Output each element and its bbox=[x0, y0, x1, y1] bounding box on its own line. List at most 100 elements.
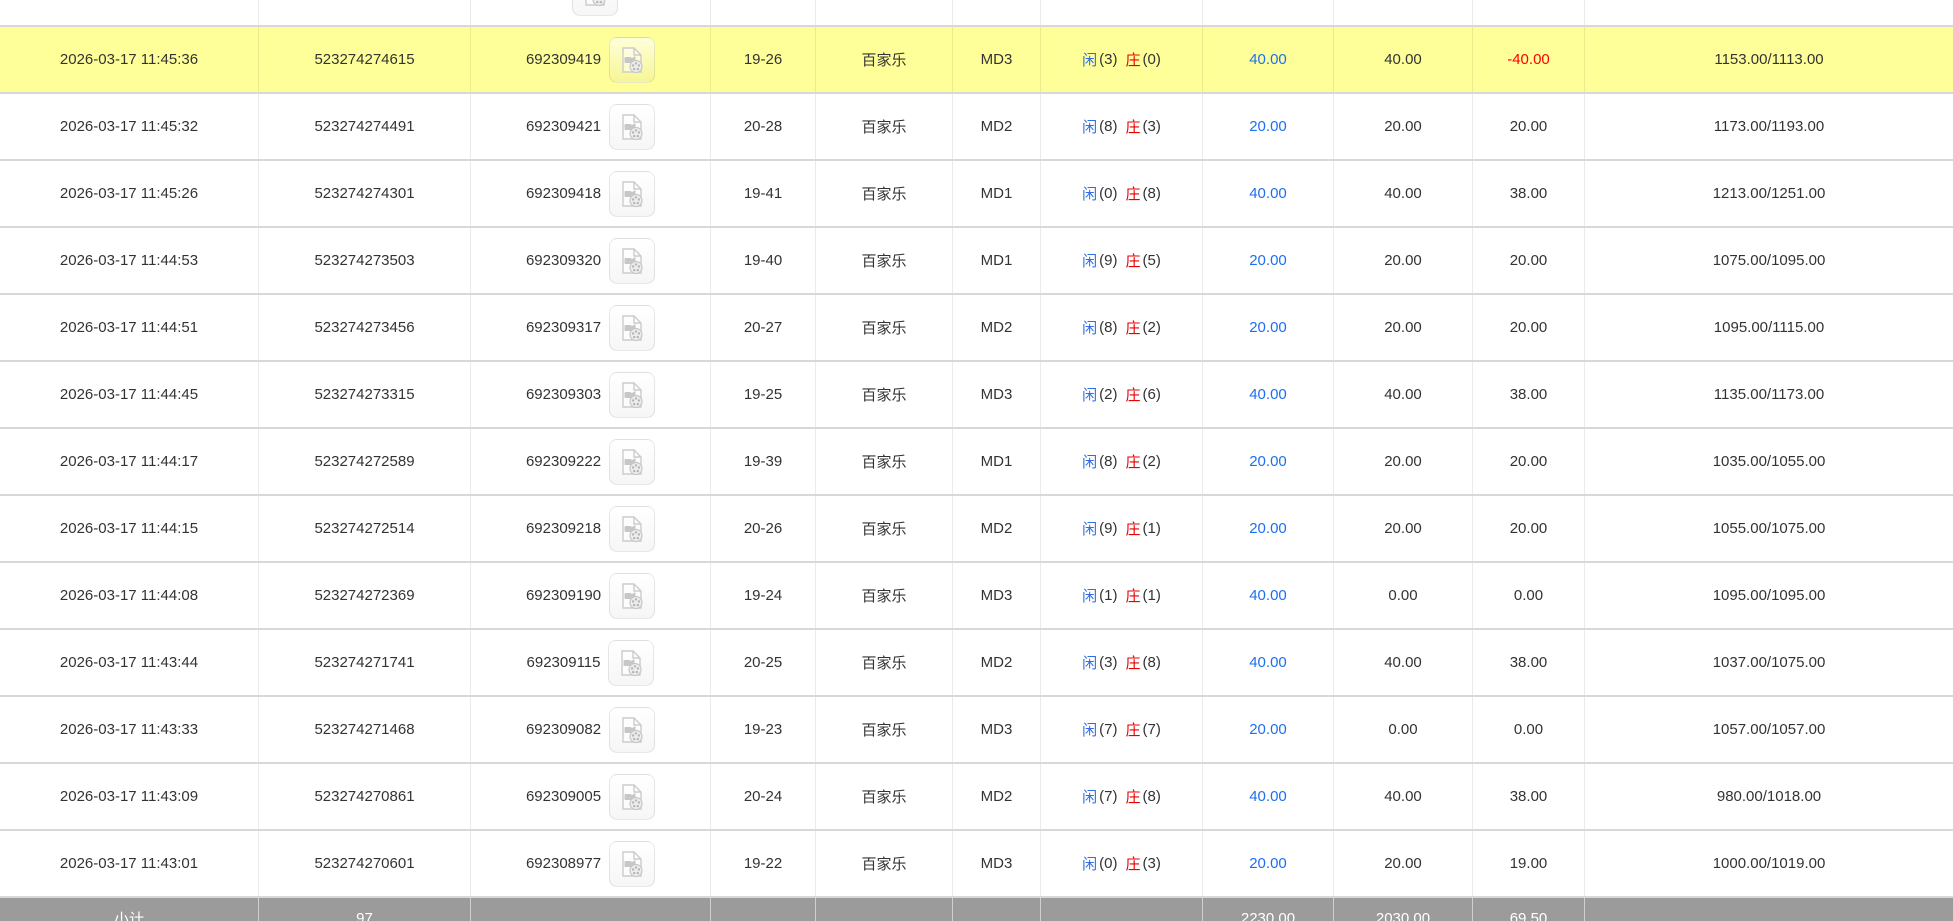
game-result: 闲 (7) 庄 (7) bbox=[1041, 697, 1203, 762]
game-name: 百家乐 bbox=[816, 362, 953, 427]
table-row[interactable]: 2026-03-17 11:43:09 523274270861 6923090… bbox=[0, 764, 1953, 831]
table-row[interactable]: 2026-03-17 11:43:44 523274271741 6923091… bbox=[0, 630, 1953, 697]
win-loss: 38.00 bbox=[1473, 630, 1585, 695]
balance-before-after: 1075.00/1095.00 bbox=[1585, 228, 1953, 293]
bet-amount-link[interactable]: 20.00 bbox=[1203, 295, 1334, 360]
subtotal-empty-cell bbox=[1041, 898, 1203, 921]
game-round-id: 692309082 bbox=[526, 721, 601, 738]
bet-amount-link[interactable]: 20.00 bbox=[1203, 94, 1334, 159]
video-film-icon bbox=[619, 581, 645, 611]
table-round: 19-40 bbox=[711, 228, 816, 293]
video-replay-button[interactable] bbox=[572, 0, 618, 16]
bet-amount-link[interactable]: 20.00 bbox=[1203, 429, 1334, 494]
balance-before-after: 1000.00/1019.00 bbox=[1585, 831, 1953, 896]
bet-amount-link[interactable]: 40.00 bbox=[1203, 563, 1334, 628]
video-replay-button[interactable] bbox=[609, 37, 655, 83]
player-count: (9) bbox=[1099, 520, 1117, 537]
table-row[interactable]: 2026-03-17 11:43:33 523274271468 6923090… bbox=[0, 697, 1953, 764]
order-id: 523274274491 bbox=[259, 94, 471, 159]
room-code: MD1 bbox=[953, 228, 1041, 293]
table-row[interactable]: 2026-03-17 11:45:26 523274274301 6923094… bbox=[0, 161, 1953, 228]
table-row[interactable]: 2026-03-17 11:44:15 523274272514 6923092… bbox=[0, 496, 1953, 563]
video-replay-button[interactable] bbox=[609, 707, 655, 753]
banker-label: 庄 bbox=[1126, 317, 1141, 338]
order-id: 523274271468 bbox=[259, 697, 471, 762]
bet-amount-link[interactable]: 20.00 bbox=[1203, 697, 1334, 762]
game-result: 闲 (2) 庄 (6) bbox=[1041, 362, 1203, 427]
banker-count: ( ) bbox=[1143, 0, 1157, 1]
game-result: 闲 (3) 庄 (0) bbox=[1041, 27, 1203, 92]
order-id: 523274272514 bbox=[259, 496, 471, 561]
table-round: 20-27 bbox=[711, 295, 816, 360]
video-replay-button[interactable] bbox=[609, 238, 655, 284]
player-label: 闲 bbox=[1082, 116, 1097, 137]
subtotal-label: 小计 bbox=[0, 898, 259, 921]
table-row[interactable]: 2026-03-17 11:44:17 523274272589 6923092… bbox=[0, 429, 1953, 496]
banker-label: 庄 bbox=[1126, 719, 1141, 740]
banker-count: (5) bbox=[1143, 252, 1161, 269]
video-replay-button[interactable] bbox=[609, 305, 655, 351]
game-round-id-cell: 692309320 bbox=[471, 228, 711, 293]
banker-label: 庄 bbox=[1126, 786, 1141, 807]
video-film-icon bbox=[619, 514, 645, 544]
bet-amount-link[interactable] bbox=[1203, 0, 1334, 25]
player-count: (3) bbox=[1099, 51, 1117, 68]
table-row[interactable]: 2026-03-17 11:44:45 523274273315 6923093… bbox=[0, 362, 1953, 429]
game-round-id-cell bbox=[471, 0, 711, 25]
valid-bet bbox=[1334, 0, 1473, 25]
game-name: 百家乐 bbox=[816, 295, 953, 360]
player-count: (2) bbox=[1099, 386, 1117, 403]
game-result: 闲 (9) 庄 (5) bbox=[1041, 228, 1203, 293]
bet-amount-link[interactable]: 40.00 bbox=[1203, 161, 1334, 226]
player-count: (0) bbox=[1099, 185, 1117, 202]
table-round: 19-26 bbox=[711, 27, 816, 92]
player-label: 闲 bbox=[1082, 853, 1097, 874]
video-replay-button[interactable] bbox=[609, 506, 655, 552]
win-loss: 38.00 bbox=[1473, 764, 1585, 829]
video-replay-button[interactable] bbox=[609, 372, 655, 418]
table-row[interactable]: 2026-03-17 11:44:53 523274273503 6923093… bbox=[0, 228, 1953, 295]
table-row[interactable]: 百家乐 闲 ( ) 庄 ( ) bbox=[0, 0, 1953, 27]
video-replay-button[interactable] bbox=[609, 171, 655, 217]
table-row[interactable]: 2026-03-17 11:43:01 523274270601 6923089… bbox=[0, 831, 1953, 898]
win-loss: 20.00 bbox=[1473, 94, 1585, 159]
video-replay-button[interactable] bbox=[609, 104, 655, 150]
video-replay-button[interactable] bbox=[608, 640, 654, 686]
order-id: 523274274615 bbox=[259, 27, 471, 92]
video-film-icon bbox=[619, 447, 645, 477]
room-code: MD1 bbox=[953, 161, 1041, 226]
bet-time: 2026-03-17 11:44:51 bbox=[0, 295, 259, 360]
bet-amount-link[interactable]: 40.00 bbox=[1203, 362, 1334, 427]
game-round-id-cell: 692309421 bbox=[471, 94, 711, 159]
win-loss: 19.00 bbox=[1473, 831, 1585, 896]
table-round: 20-25 bbox=[711, 630, 816, 695]
video-replay-button[interactable] bbox=[609, 573, 655, 619]
balance-before-after: 1173.00/1193.00 bbox=[1585, 94, 1953, 159]
room-code: MD3 bbox=[953, 563, 1041, 628]
balance-before-after: 1037.00/1075.00 bbox=[1585, 630, 1953, 695]
banker-label: 庄 bbox=[1126, 0, 1141, 3]
table-round: 19-23 bbox=[711, 697, 816, 762]
video-film-icon bbox=[619, 246, 645, 276]
bet-amount-link[interactable]: 40.00 bbox=[1203, 764, 1334, 829]
bet-amount-link[interactable]: 20.00 bbox=[1203, 496, 1334, 561]
room-code: MD2 bbox=[953, 764, 1041, 829]
game-result: 闲 (7) 庄 (8) bbox=[1041, 764, 1203, 829]
table-row[interactable]: 2026-03-17 11:45:36 523274274615 6923094… bbox=[0, 27, 1953, 94]
table-row[interactable]: 2026-03-17 11:44:08 523274272369 6923091… bbox=[0, 563, 1953, 630]
video-film-icon bbox=[619, 849, 645, 879]
table-round bbox=[711, 0, 816, 25]
video-replay-button[interactable] bbox=[609, 841, 655, 887]
video-replay-button[interactable] bbox=[609, 439, 655, 485]
valid-bet: 0.00 bbox=[1334, 697, 1473, 762]
video-replay-button[interactable] bbox=[609, 774, 655, 820]
bet-amount-link[interactable]: 20.00 bbox=[1203, 228, 1334, 293]
bet-amount-link[interactable]: 40.00 bbox=[1203, 27, 1334, 92]
bet-amount-link[interactable]: 40.00 bbox=[1203, 630, 1334, 695]
table-row[interactable]: 2026-03-17 11:44:51 523274273456 6923093… bbox=[0, 295, 1953, 362]
player-label: 闲 bbox=[1082, 719, 1097, 740]
banker-count: (8) bbox=[1143, 788, 1161, 805]
bet-amount-link[interactable]: 20.00 bbox=[1203, 831, 1334, 896]
table-row[interactable]: 2026-03-17 11:45:32 523274274491 6923094… bbox=[0, 94, 1953, 161]
bet-time: 2026-03-17 11:45:36 bbox=[0, 27, 259, 92]
